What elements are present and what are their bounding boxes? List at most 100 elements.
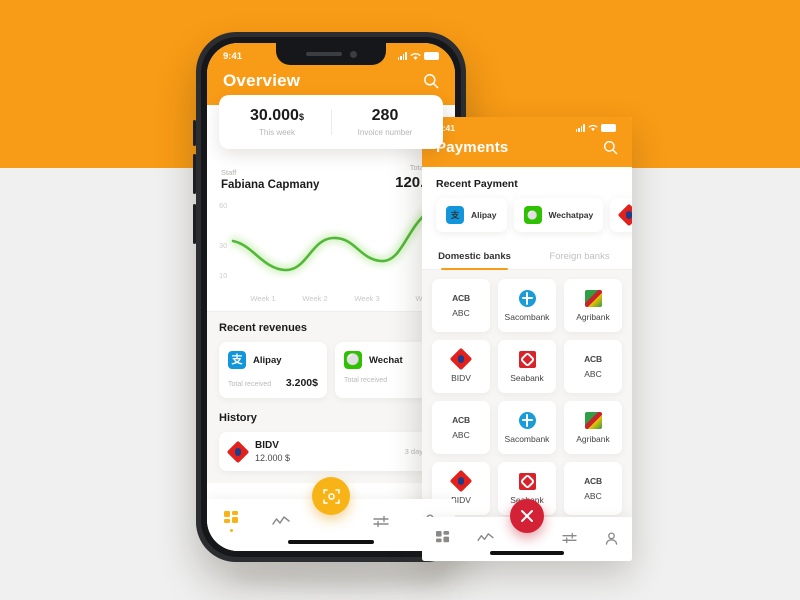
- bank-name: ABC: [584, 369, 602, 379]
- tab-filters[interactable]: [356, 515, 406, 536]
- phone-volume-down-button[interactable]: [193, 154, 196, 194]
- history-bank-name: BIDV: [255, 440, 279, 451]
- revenue-card-foot: Total received 3.200$: [228, 377, 318, 389]
- tab-foreign-banks[interactable]: Foreign banks: [527, 244, 632, 269]
- bank-cell[interactable]: Agribank: [564, 401, 622, 454]
- section-title: History: [219, 412, 257, 424]
- grid-dashboard-icon: [224, 510, 239, 523]
- phone-silent-switch[interactable]: [193, 204, 196, 244]
- bank-cell[interactable]: Sacombank: [498, 401, 556, 454]
- payment-method-name: Alipay: [471, 210, 497, 220]
- recent-revenues-list: 支 Alipay Total received 3.200$ ⚪ Wechat …: [219, 342, 443, 398]
- payments-orange-top: 9:41 Payments: [422, 117, 632, 167]
- status-bar: 9:41: [422, 117, 632, 139]
- sacombank-logo-icon: [518, 289, 536, 307]
- tab-dashboard[interactable]: [207, 510, 257, 540]
- sliders-filter-icon: [372, 515, 389, 527]
- bank-name: Sacombank: [504, 433, 550, 444]
- page-title: Overview: [223, 71, 301, 90]
- phone-device-payments: 9:41 Payments Recent Payment 支 Alipay ⚪ …: [422, 117, 632, 561]
- home-indicator: [288, 540, 374, 544]
- bank-name: Agribank: [576, 433, 610, 444]
- home-indicator: [490, 551, 564, 555]
- wechat-logo-icon: ⚪: [344, 351, 362, 369]
- bank-cell[interactable]: ACB ABC: [564, 462, 622, 515]
- tab-active-dot: [230, 528, 234, 532]
- earpiece-speaker-icon: [305, 52, 342, 56]
- bank-name: Agribank: [576, 311, 610, 322]
- staff-block: Staff Fabiana Capmany: [221, 168, 319, 191]
- revenue-received-label: Total received: [228, 381, 272, 388]
- close-fab-button[interactable]: [510, 499, 544, 533]
- sacombank-logo-icon: [518, 411, 536, 429]
- search-icon[interactable]: [603, 140, 618, 155]
- bank-cell[interactable]: Sacombank: [498, 279, 556, 332]
- payment-method-chip[interactable]: 支 Alipay: [436, 198, 507, 232]
- revenue-card-head: 支 Alipay: [228, 351, 318, 369]
- payment-method-chip[interactable]: W: [610, 198, 632, 232]
- history-amount: 12.000 $: [255, 453, 291, 463]
- seabank-logo-icon: [518, 472, 536, 490]
- stat-this-week: 30.000$ This week: [223, 107, 331, 137]
- history-row[interactable]: BIDV 12.000 $ 3 days a: [219, 432, 443, 471]
- status-icons: [397, 52, 439, 61]
- revenue-received-label: Total received: [344, 377, 388, 384]
- alipay-logo-icon: 支: [446, 206, 464, 224]
- wifi-icon: [588, 124, 598, 132]
- bidv-logo-icon: [229, 443, 247, 461]
- revenue-card-foot: Total received: [344, 377, 434, 384]
- status-time: 9:41: [223, 50, 243, 62]
- tab-dashboard[interactable]: [422, 531, 464, 547]
- bank-name: Seabank: [510, 372, 544, 383]
- bidv-logo-icon: [452, 350, 470, 368]
- payment-method-name: Wechatpay: [548, 210, 594, 220]
- tab-analytics[interactable]: [257, 515, 307, 536]
- tab-filters[interactable]: [548, 532, 590, 546]
- stat-number: 280: [371, 107, 399, 124]
- staff-revenue-row: Staff Fabiana Capmany Total Rev 120.00: [207, 149, 455, 191]
- status-icons: [575, 124, 616, 132]
- revenue-card[interactable]: 支 Alipay Total received 3.200$: [219, 342, 327, 398]
- bank-name: BIDV: [451, 373, 471, 383]
- bank-cell[interactable]: ACB ABC: [432, 279, 490, 332]
- overview-body: Staff Fabiana Capmany Total Rev 120.00 6…: [207, 149, 455, 483]
- phone-screen-overview: 9:41 Overview 30.000$ This week 280 Invo…: [207, 43, 455, 551]
- person-profile-icon: [605, 531, 617, 545]
- recent-payment-list: 支 Alipay ⚪ Wechatpay W: [422, 198, 632, 232]
- stat-value: 280: [331, 107, 439, 125]
- chart-line-svg: [229, 205, 437, 274]
- staff-label: Staff: [221, 168, 237, 177]
- staff-name: Fabiana Capmany: [221, 179, 320, 191]
- bank-cell[interactable]: BIDV: [432, 340, 490, 393]
- stat-label: Invoice number: [357, 128, 413, 137]
- bidv-logo-icon: [620, 206, 632, 224]
- tab-analytics[interactable]: [464, 532, 506, 546]
- bank-name: ABC: [452, 308, 470, 318]
- chart-x-axis: Week 1 Week 2 Week 3 W: [207, 294, 455, 303]
- history-text-block: BIDV 12.000 $: [255, 440, 290, 463]
- bank-cell[interactable]: Seabank: [498, 340, 556, 393]
- seabank-logo-icon: [518, 350, 536, 368]
- phone-notch: [276, 43, 386, 65]
- recent-revenues-section: Recent revenues 支 Alipay Total received …: [207, 312, 455, 483]
- scan-fab-button[interactable]: [312, 477, 350, 515]
- bank-cell[interactable]: ACB ABC: [564, 340, 622, 393]
- x-tick-week1: Week 1: [250, 294, 276, 303]
- bank-cell[interactable]: Agribank: [564, 279, 622, 332]
- tab-domestic-banks[interactable]: Domestic banks: [422, 244, 527, 270]
- payment-method-chip[interactable]: ⚪ Wechatpay: [513, 198, 604, 232]
- search-icon[interactable]: [423, 73, 439, 89]
- phone-volume-up-button[interactable]: [193, 120, 196, 146]
- acb-logo-icon: ACB: [452, 293, 470, 303]
- wifi-icon: [410, 52, 421, 60]
- stat-currency: $: [298, 112, 304, 122]
- alipay-logo-icon: 支: [228, 351, 246, 369]
- analytics-chart-icon: [476, 533, 494, 541]
- stat-invoice-number: 280 Invoice number: [331, 107, 439, 137]
- front-camera-icon: [349, 50, 357, 58]
- x-tick-week2: Week 2: [302, 294, 328, 303]
- revenue-provider-name: Alipay: [253, 354, 282, 366]
- bank-cell[interactable]: ACB ABC: [432, 401, 490, 454]
- tab-profile[interactable]: [590, 531, 632, 547]
- grid-dashboard-icon: [436, 531, 450, 543]
